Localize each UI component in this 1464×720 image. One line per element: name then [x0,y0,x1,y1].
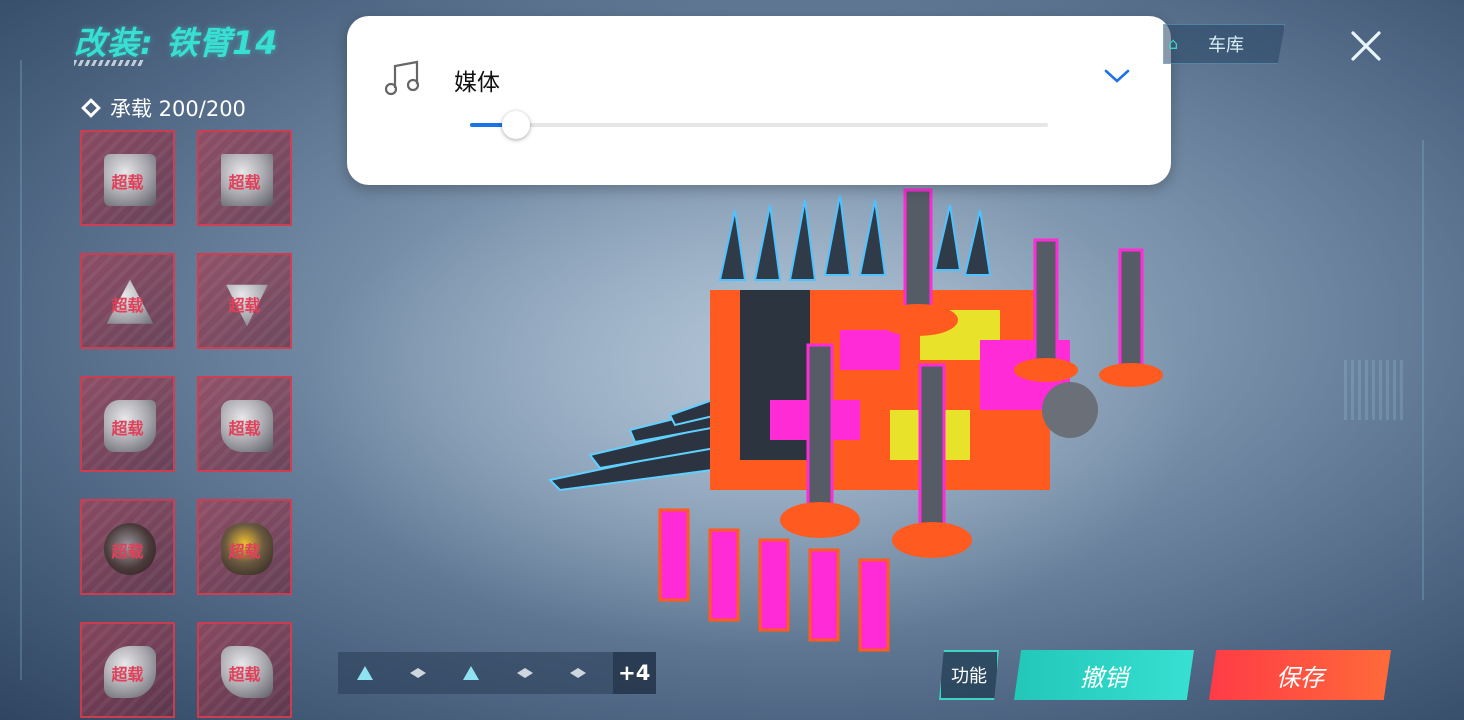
undo-button[interactable]: 撤销 [1014,650,1194,700]
music-note-icon [384,60,420,96]
close-icon[interactable] [1348,28,1384,64]
item-slot[interactable] [391,652,444,694]
part-slot[interactable]: 超载 [197,253,292,349]
background-frame-line [20,60,22,680]
item-slot[interactable] [445,652,498,694]
overload-label: 超载 [111,419,144,438]
part-slot[interactable]: 超载 [80,376,175,472]
overload-label: 超载 [111,542,144,561]
volume-slider[interactable] [470,111,1048,139]
overload-label: 超载 [111,173,144,192]
home-icon: ⌂ [1168,34,1179,53]
background-ticks [1344,360,1404,420]
overload-label: 超载 [228,542,261,561]
item-slot[interactable] [338,652,391,694]
part-slot[interactable]: 超载 [80,253,175,349]
overload-label: 超载 [228,419,261,438]
page-title: 改装: 铁臂14 [74,24,279,62]
triangle-icon [463,666,480,680]
overload-label: 超载 [228,296,261,315]
overload-label: 超载 [111,665,144,684]
drone-icon [409,668,426,678]
background-frame-line [1422,140,1424,600]
garage-button[interactable]: ⌂ 车库 [1163,24,1285,64]
garage-label: 车库 [1208,35,1244,56]
item-slot[interactable] [498,652,551,694]
load-capacity: 承载 200/200 [81,93,246,123]
triangle-icon [356,666,373,680]
part-slot[interactable]: 超载 [197,130,292,226]
part-slot[interactable]: 超载 [197,376,292,472]
part-slot[interactable]: 超载 [80,499,175,595]
drone-icon [569,668,586,678]
item-slot[interactable] [551,652,604,694]
overload-label: 超载 [228,173,261,192]
title-decoration [74,60,144,66]
more-items-count[interactable]: +4 [612,652,656,694]
overload-label: 超载 [111,296,144,315]
volume-slider-thumb[interactable] [502,111,531,139]
drone-icon [516,668,533,678]
part-slot[interactable]: 超载 [80,622,175,718]
robot-model[interactable] [540,180,1180,680]
save-button[interactable]: 保存 [1209,650,1391,700]
part-slot[interactable]: 超载 [197,622,292,718]
part-slot[interactable]: 超载 [80,130,175,226]
part-slot[interactable]: 超载 [197,499,292,595]
media-label: 媒体 [454,70,500,96]
chevron-down-icon[interactable] [1103,66,1131,86]
overload-label: 超载 [228,665,261,684]
diamond-icon [81,98,101,118]
function-button[interactable]: 功能 [939,650,999,700]
media-volume-panel: 媒体 [347,16,1171,185]
load-capacity-label: 承载 200/200 [110,97,246,121]
equipped-items-bar: +4 [338,652,656,694]
parts-grid: 超载 超载 超载 超载 超载 超载 超载 超载 超载 超载 [80,130,292,718]
